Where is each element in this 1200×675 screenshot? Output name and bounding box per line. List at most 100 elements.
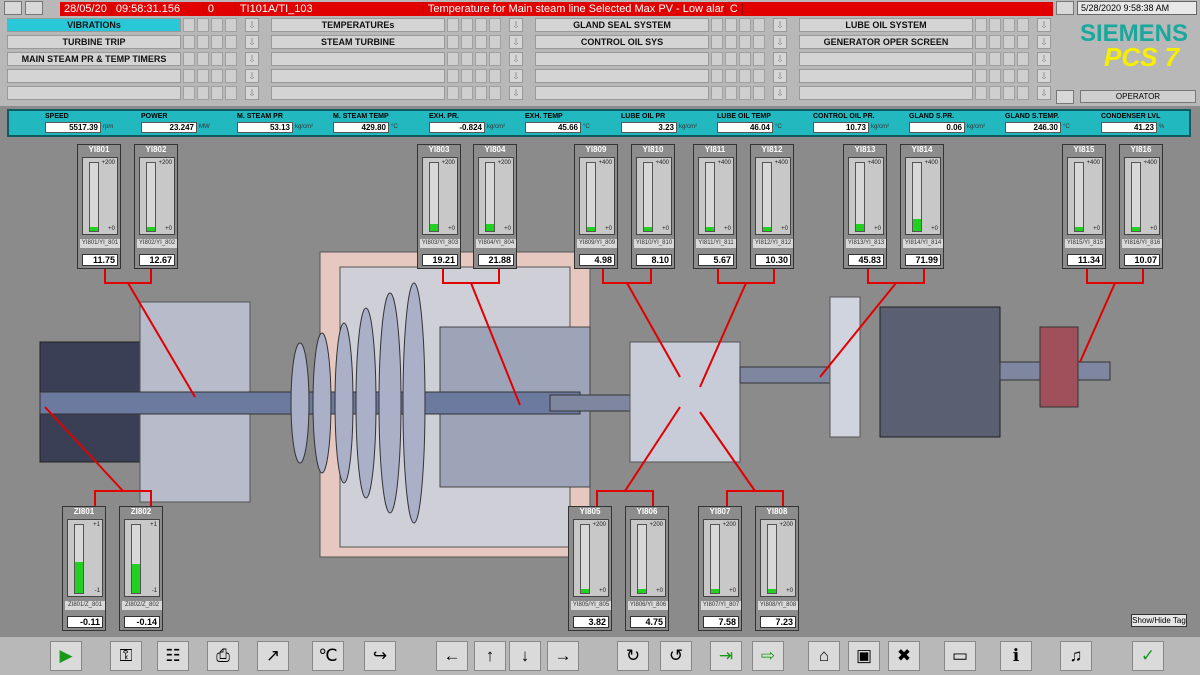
notes-icon[interactable]: ☷ [157,641,189,671]
arrow-down-icon[interactable]: ⇩ [1037,18,1051,32]
delete-icon[interactable]: ✖ [888,641,920,671]
gauge-yi816[interactable]: YI816 +400 +0 YI816/YI_816 10.07 [1119,144,1163,269]
nav-button-1-3[interactable]: MAIN STEAM PR & TEMP TIMERS [7,52,181,66]
nav-button-4-3[interactable] [799,52,973,66]
gauge-zi802[interactable]: ZI802 +1 -1 ZI802/Z_802 -0.14 [119,506,163,631]
arrow-down-icon[interactable]: ⇩ [245,18,259,32]
nav-button-4-5[interactable] [799,86,973,100]
process-value-3: M. STEAM PR 53.13 kg/cm² [237,113,325,135]
save-icon[interactable]: ▣ [848,641,880,671]
gauge-yi801[interactable]: YI801 +200 +0 YI801/YI_801 11.75 [77,144,121,269]
folder-icon[interactable] [4,1,22,15]
key-icon[interactable]: ⚿ [110,641,142,671]
arrow-down-icon[interactable]: ⇩ [773,69,787,83]
arrow-down-icon[interactable]: ⇩ [773,86,787,100]
redo-icon[interactable]: ↺ [660,641,692,671]
status-indicator [211,86,223,100]
screen-icon[interactable]: ▭ [944,641,976,671]
forward-icon[interactable]: → [547,641,579,671]
alarm-message: Temperature for Main steam line Selected… [424,3,726,15]
arrow-down-icon[interactable]: ⇩ [1037,86,1051,100]
nav-button-3-2[interactable]: CONTROL OIL SYS [535,35,709,49]
sound-icon[interactable]: ♫ [1060,641,1092,671]
nav-button-1-5[interactable] [7,86,181,100]
nav-button-1-1[interactable]: VIBRATIONs [7,18,181,32]
alarm-line[interactable]: 28/05/20 09:58:31.156 0 TI101A/TI_103 Te… [60,2,1053,16]
export-icon[interactable]: ↪ [364,641,396,671]
nav-button-3-1[interactable]: GLAND SEAL SYSTEM [535,18,709,32]
nav-button-3-4[interactable] [535,69,709,83]
arrow-down-icon[interactable]: ⇩ [509,18,523,32]
refresh-icon[interactable]: ↻ [617,641,649,671]
gauge-value: 10.07 [1124,254,1160,266]
warning-icon[interactable] [25,1,43,15]
arrow-down-icon[interactable]: ⇩ [245,35,259,49]
gauge-yi815[interactable]: YI815 +400 +0 YI815/YI_815 11.34 [1062,144,1106,269]
arrow-down-icon[interactable]: ⇩ [1037,52,1051,66]
nav-button-4-4[interactable] [799,69,973,83]
ack-icon[interactable]: ✓ [1132,641,1164,671]
gauge-yi807[interactable]: YI807 +200 +0 YI807/YI_807 7.58 [698,506,742,631]
arrow-down-icon[interactable]: ⇩ [509,52,523,66]
arrow-down-icon[interactable]: ⇩ [245,52,259,66]
folder-icon[interactable]: ⌂ [808,641,840,671]
status-indicator [725,35,737,49]
gauge-tag: YI807/YI_807 [701,601,741,610]
arrow-down-icon[interactable]: ⇩ [245,86,259,100]
trend-icon[interactable]: ↗ [257,641,289,671]
arrow-down-icon[interactable]: ⇩ [245,69,259,83]
nav-button-2-4[interactable] [271,69,445,83]
info-icon[interactable]: ℹ [1000,641,1032,671]
gauge-yi809[interactable]: YI809 +400 +0 YI809/YI_809 4.98 [574,144,618,269]
arrow-down-icon[interactable]: ⇩ [773,52,787,66]
gauge-yi804[interactable]: YI804 +200 +0 YI804/YI_804 21.88 [473,144,517,269]
gauge-yi813[interactable]: YI813 +400 +0 YI813/YI_813 45.83 [843,144,887,269]
status-indicator [211,69,223,83]
arrow-down-icon[interactable]: ⇩ [773,35,787,49]
nav-button-2-2[interactable]: STEAM TURBINE [271,35,445,49]
gauge-value: -0.11 [67,616,103,628]
down-icon[interactable]: ↓ [509,641,541,671]
process-value-11: GLAND S.TEMP. 246.30 °C [1005,113,1093,135]
notes-icon[interactable] [1056,1,1074,15]
gauge-title: YI802 [145,145,167,154]
gauge-yi811[interactable]: YI811 +400 +0 YI811/YI_811 5.67 [693,144,737,269]
arrow-down-icon[interactable]: ⇩ [773,18,787,32]
gauge-yi806[interactable]: YI806 +200 +0 YI806/YI_806 4.75 [625,506,669,631]
nav-button-4-2[interactable]: GENERATOR OPER SCREEN [799,35,973,49]
gauge-zi801[interactable]: ZI801 +1 -1 ZI801/Z_801 -0.11 [62,506,106,631]
nav-button-1-4[interactable] [7,69,181,83]
arrow-down-icon[interactable]: ⇩ [1037,35,1051,49]
arrow-down-icon[interactable]: ⇩ [509,35,523,49]
print-icon[interactable]: ⎙ [207,641,239,671]
status-indicator [475,86,487,100]
nav-button-3-5[interactable] [535,86,709,100]
in-icon[interactable]: ⇥ [710,641,742,671]
nav-button-2-3[interactable] [271,52,445,66]
arrow-down-icon[interactable]: ⇩ [509,86,523,100]
gauge-yi808[interactable]: YI808 +200 +0 YI808/YI_808 7.23 [755,506,799,631]
nav-button-2-1[interactable]: TEMPERATUREs [271,18,445,32]
gauge-scale: +400 +0 [1067,157,1103,235]
gauge-yi803[interactable]: YI803 +200 +0 YI803/YI_803 19.21 [417,144,461,269]
up-icon[interactable]: ↑ [474,641,506,671]
out-icon[interactable]: ⇨ [752,641,784,671]
thermometer-icon[interactable]: ℃ [312,641,344,671]
nav-button-1-2[interactable]: TURBINE TRIP [7,35,181,49]
nav-button-3-3[interactable] [535,52,709,66]
gauge-yi814[interactable]: YI814 +400 +0 YI814/YI_814 71.99 [900,144,944,269]
show-hide-tag-button[interactable]: Show/Hide Tag [1131,614,1187,627]
gauge-fill [90,226,98,231]
keyboard-icon[interactable] [1056,90,1074,104]
gauge-bar [767,524,777,594]
gauge-yi812[interactable]: YI812 +400 +0 YI812/YI_812 10.30 [750,144,794,269]
arrow-down-icon[interactable]: ⇩ [509,69,523,83]
gauge-yi805[interactable]: YI805 +200 +0 YI805/YI_805 3.82 [568,506,612,631]
nav-button-2-5[interactable] [271,86,445,100]
gauge-yi802[interactable]: YI802 +200 +0 YI802/YI_802 12.67 [134,144,178,269]
nav-button-4-1[interactable]: LUBE OIL SYSTEM [799,18,973,32]
arrow-down-icon[interactable]: ⇩ [1037,69,1051,83]
play-icon[interactable]: ▶ [50,641,82,671]
back-icon[interactable]: ← [436,641,468,671]
gauge-yi810[interactable]: YI810 +400 +0 YI810/YI_810 8.10 [631,144,675,269]
